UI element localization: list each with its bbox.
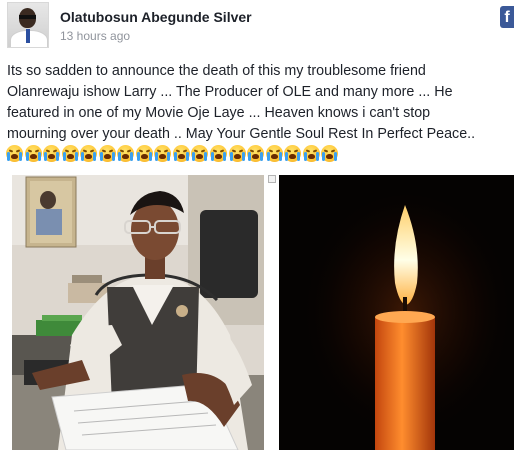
- crying-face-icon: [210, 145, 228, 162]
- crying-face-mouth: [177, 154, 185, 159]
- crying-face-tear-r: [37, 152, 41, 161]
- crying-face-tear-l: [211, 152, 215, 161]
- crying-face-tear-l: [192, 152, 196, 161]
- candle-photo[interactable]: [279, 175, 514, 450]
- crying-face-tear-r: [223, 152, 227, 161]
- crying-face-tear-r: [297, 152, 301, 161]
- crying-face-icon: [135, 145, 153, 162]
- crying-face-tear-r: [130, 152, 134, 161]
- crying-face-tear-l: [248, 152, 252, 161]
- crying-face-tear-l: [229, 152, 233, 161]
- crying-face-icon: [117, 145, 135, 162]
- crying-face-tear-l: [266, 152, 270, 161]
- avatar-glasses: [19, 15, 36, 19]
- post-timestamp[interactable]: 13 hours ago: [60, 29, 130, 43]
- crying-face-mouth: [215, 154, 223, 159]
- crying-face-mouth: [307, 154, 315, 159]
- man-at-desk-photo[interactable]: [12, 175, 264, 450]
- crying-face-tear-r: [93, 152, 97, 161]
- crying-face-tear-r: [241, 152, 245, 161]
- crying-face-tear-r: [260, 152, 264, 161]
- crying-face-icon: [191, 145, 209, 162]
- crying-face-tear-r: [74, 152, 78, 161]
- crying-face-tear-r: [56, 152, 60, 161]
- crying-face-tear-r: [315, 152, 319, 161]
- crying-face-mouth: [326, 154, 334, 159]
- crying-face-icon: [321, 145, 339, 162]
- crying-face-mouth: [11, 154, 18, 159]
- crying-face-tear-r: [167, 152, 171, 161]
- crying-face-mouth: [252, 154, 260, 159]
- crying-face-mouth: [196, 154, 204, 159]
- crying-face-mouth: [140, 154, 148, 159]
- crying-face-mouth: [289, 154, 297, 159]
- candle-illustration: [279, 175, 514, 450]
- crying-face-mouth: [66, 154, 74, 159]
- crying-face-icon: [6, 145, 23, 162]
- crying-face-mouth: [48, 154, 56, 159]
- crying-face-mouth: [29, 154, 37, 159]
- crying-face-icon: [228, 145, 246, 162]
- post-header: Olatubosun Abegunde Silver 13 hours ago …: [0, 0, 514, 52]
- author-name[interactable]: Olatubosun Abegunde Silver: [60, 9, 252, 25]
- crying-face-icon: [172, 145, 190, 162]
- crying-face-tear-l: [136, 152, 140, 161]
- post-text-line: Olanrewaju ishow Larry ... The Producer …: [7, 84, 453, 100]
- avatar-tie: [26, 29, 30, 43]
- man-at-desk-illustration: [12, 175, 264, 450]
- crying-face-mouth: [270, 154, 278, 159]
- crying-face-tear-l: [25, 152, 29, 161]
- crying-face-icon: [302, 145, 320, 162]
- crying-face-tear-l: [303, 152, 307, 161]
- crying-face-tear-l: [155, 152, 159, 161]
- crying-face-icon: [61, 145, 79, 162]
- crying-face-tear-l: [118, 152, 122, 161]
- crying-face-tear-r: [278, 152, 282, 161]
- crying-face-icon: [24, 145, 42, 162]
- crying-face-tear-r: [19, 152, 22, 161]
- crying-face-tear-r: [111, 152, 115, 161]
- crying-face-mouth: [159, 154, 167, 159]
- crying-face-mouth: [103, 154, 111, 159]
- post-text-line: mourning over your death .. May Your Gen…: [7, 126, 476, 142]
- crying-face-tear-l: [7, 152, 10, 161]
- crying-face-icon: [80, 145, 98, 162]
- crying-face-tear-r: [148, 152, 152, 161]
- crying-face-icon: [284, 145, 302, 162]
- crying-face-tear-l: [44, 152, 48, 161]
- crying-emoji-row: [6, 145, 339, 165]
- crying-face-icon: [43, 145, 61, 162]
- crying-face-tear-r: [334, 152, 338, 161]
- image-resize-handle[interactable]: [268, 175, 276, 183]
- crying-face-tear-l: [322, 152, 326, 161]
- crying-face-tear-l: [81, 152, 85, 161]
- crying-face-tear-l: [173, 152, 177, 161]
- author-avatar[interactable]: [7, 2, 49, 48]
- crying-face-mouth: [233, 154, 241, 159]
- facebook-f-icon[interactable]: f: [500, 6, 514, 28]
- crying-face-tear-l: [62, 152, 66, 161]
- crying-face-tear-r: [185, 152, 189, 161]
- crying-face-mouth: [85, 154, 93, 159]
- crying-face-icon: [154, 145, 172, 162]
- crying-face-tear-r: [204, 152, 208, 161]
- crying-face-icon: [247, 145, 265, 162]
- post-text-line: featured in one of my Movie Oje Laye ...…: [7, 105, 431, 121]
- crying-face-icon: [265, 145, 283, 162]
- post-text-line: Its so sadden to announce the death of t…: [7, 63, 426, 79]
- crying-face-mouth: [122, 154, 130, 159]
- crying-face-tear-l: [285, 152, 289, 161]
- post-body: Its so sadden to announce the death of t…: [7, 61, 512, 145]
- crying-face-tear-l: [99, 152, 103, 161]
- crying-face-icon: [98, 145, 116, 162]
